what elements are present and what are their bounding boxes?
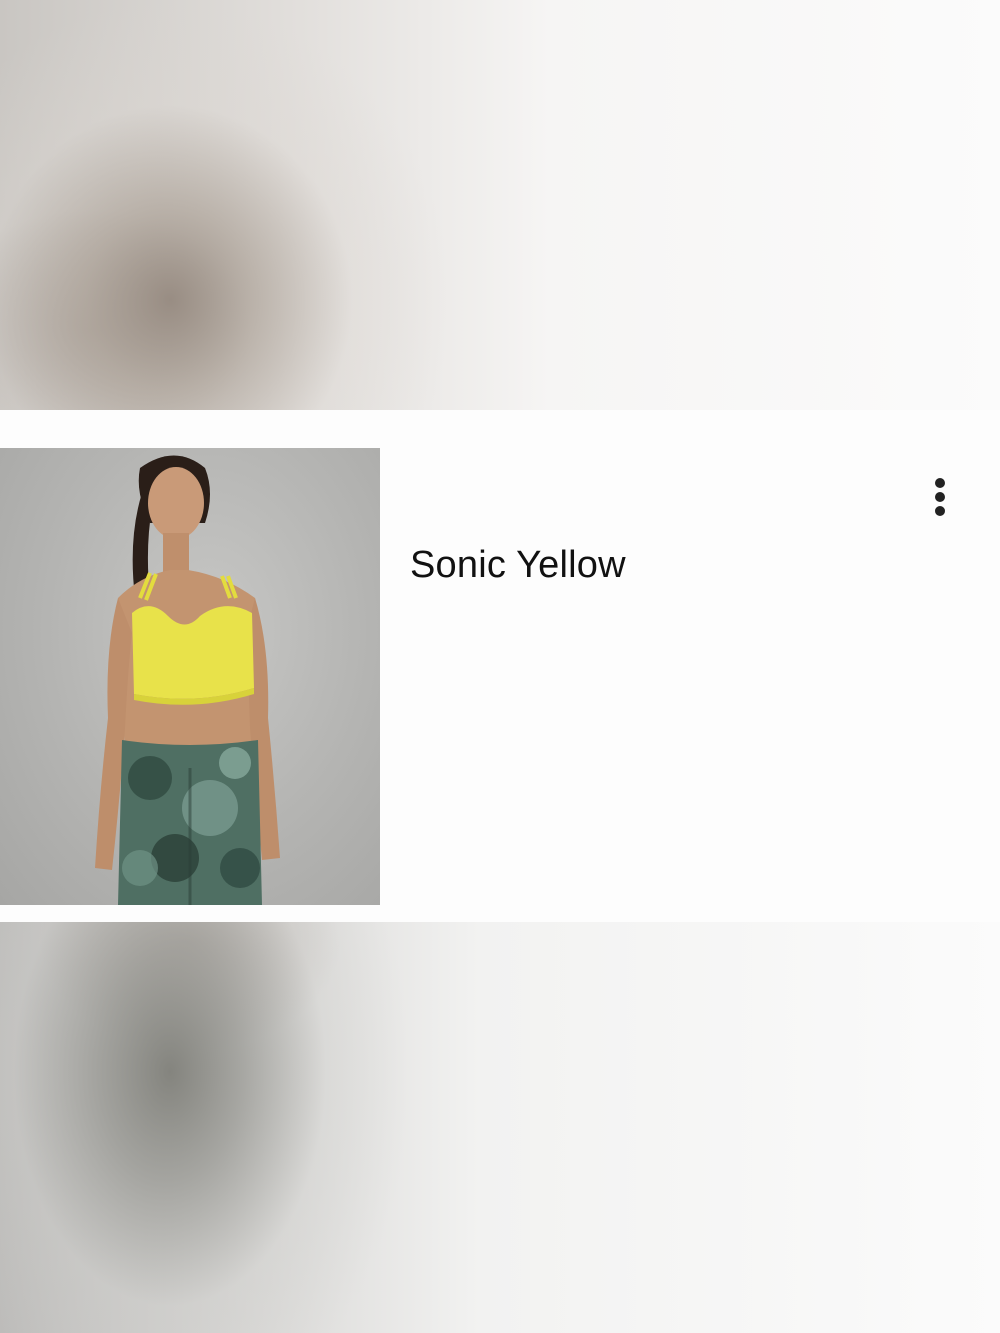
product-title[interactable]: Sonic Yellow (410, 544, 626, 587)
product-image[interactable] (0, 448, 380, 905)
more-vertical-icon-dot (935, 506, 945, 516)
more-vertical-icon-dot (935, 492, 945, 502)
blurred-background-bottom (0, 922, 1000, 1333)
more-options-button[interactable] (922, 472, 958, 522)
model-illustration (95, 455, 280, 905)
product-card[interactable]: Sonic Yellow (0, 410, 1000, 922)
blurred-background-top (0, 0, 1000, 410)
more-vertical-icon (935, 478, 945, 488)
